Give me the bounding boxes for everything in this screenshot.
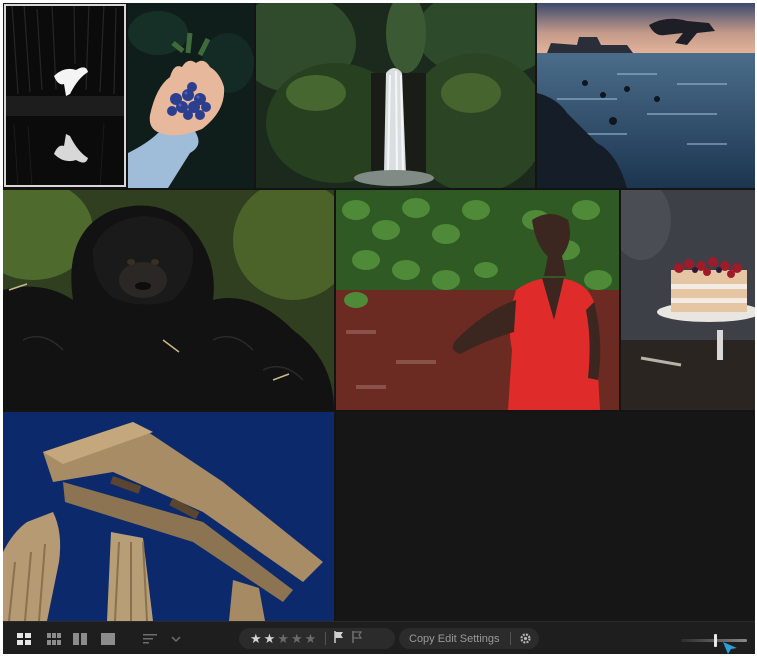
- photo-cake[interactable]: [621, 190, 755, 410]
- star-icon-1[interactable]: ★: [250, 632, 262, 645]
- star-icon-3[interactable]: ★: [277, 632, 289, 645]
- photo-grid: [3, 3, 755, 621]
- gorilla-image: [3, 190, 334, 410]
- pointer-cursor-icon: [723, 642, 737, 654]
- grid-view-icon[interactable]: [15, 630, 33, 648]
- photo-woman-red-dress[interactable]: [336, 190, 619, 410]
- egret-image: [4, 4, 126, 187]
- photo-waterfall[interactable]: [256, 3, 535, 188]
- photo-temple[interactable]: [3, 412, 334, 621]
- star-icon-4[interactable]: ★: [291, 632, 303, 645]
- square-grid-icon[interactable]: [45, 630, 63, 648]
- copy-edit-settings-button[interactable]: Copy Edit Settings: [399, 633, 510, 645]
- photo-sea-jump[interactable]: [537, 3, 755, 188]
- chevron-down-icon[interactable]: [167, 630, 185, 648]
- copy-edit-settings-pill: Copy Edit Settings: [399, 628, 539, 649]
- sort-icon[interactable]: [141, 630, 159, 648]
- flag-reject-icon[interactable]: [352, 630, 363, 648]
- single-view-icon[interactable]: [99, 630, 117, 648]
- divider: [325, 632, 327, 645]
- photo-blueberries[interactable]: [128, 3, 254, 188]
- star-icon-5[interactable]: ★: [305, 632, 317, 645]
- flag-pick-icon[interactable]: [334, 630, 344, 648]
- detail-view-icon[interactable]: [71, 630, 89, 648]
- temple-image: [3, 412, 334, 621]
- photo-gorilla[interactable]: [3, 190, 334, 410]
- empty-grid-area: [336, 412, 755, 621]
- zoom-slider-thumb[interactable]: [714, 634, 717, 647]
- rating-flag-pill: ★ ★ ★ ★ ★: [239, 628, 395, 649]
- woman-red-dress-image: [336, 190, 619, 410]
- gear-icon[interactable]: [519, 632, 532, 645]
- cake-image: [621, 190, 755, 410]
- divider: [509, 632, 511, 645]
- bottom-toolbar: ★ ★ ★ ★ ★ Copy Edit Settings: [3, 621, 755, 654]
- sea-jump-image: [537, 3, 755, 188]
- photo-library-app: ★ ★ ★ ★ ★ Copy Edit Settings: [3, 3, 755, 654]
- photo-egret[interactable]: [4, 4, 126, 187]
- star-icon-2[interactable]: ★: [264, 632, 276, 645]
- blueberries-image: [128, 3, 254, 188]
- waterfall-image: [256, 3, 535, 188]
